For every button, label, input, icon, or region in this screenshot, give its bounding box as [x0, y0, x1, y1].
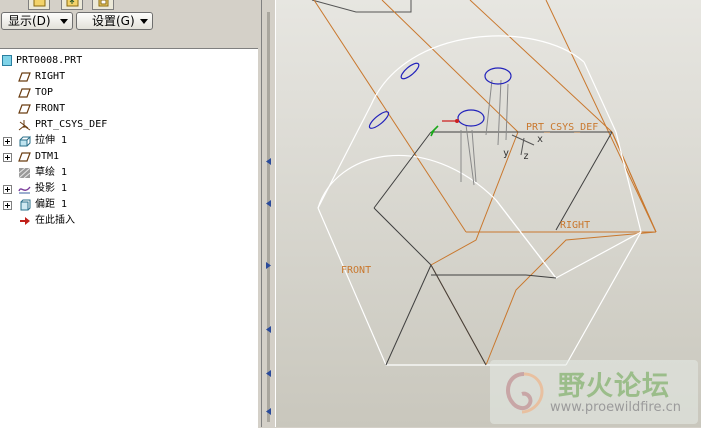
- collapse-arrow-icon[interactable]: [265, 370, 272, 377]
- expand-icon[interactable]: [3, 153, 12, 162]
- csys-label: PRT_CSYS_DEF: [526, 122, 599, 133]
- expand-icon[interactable]: [3, 201, 12, 210]
- collapse-arrow-icon[interactable]: [265, 200, 272, 207]
- collapse-arrow-icon[interactable]: [265, 326, 272, 333]
- tree-item-label: 拉伸 1: [35, 135, 68, 146]
- watermark-logo-icon: [506, 372, 544, 414]
- watermark-title: 野火论坛: [558, 371, 670, 402]
- datum-right-label: RIGHT: [560, 220, 591, 231]
- model-edge: [370, 35, 585, 106]
- model-edge: [317, 104, 372, 209]
- app-window: 显示(D) 设置(G) PRT0008.PRT RIGHT TOP FRONT …: [0, 0, 701, 428]
- sketch-icon: [18, 167, 31, 179]
- tree-item-label: DTM1: [35, 151, 60, 162]
- offset-icon: [20, 199, 31, 211]
- model-tree: PRT0008.PRT RIGHT TOP FRONT PRT_CSYS_DEF: [0, 48, 258, 428]
- model-edge: [430, 264, 487, 366]
- model-edge: [495, 199, 642, 279]
- datum-plane-icon: [18, 88, 31, 98]
- model-edge: [555, 131, 613, 231]
- watermark-url: www.proewildfire.cn: [550, 400, 681, 415]
- coordinate-system-triad: [430, 119, 535, 156]
- tree-item-csys[interactable]: PRT_CSYS_DEF: [0, 117, 258, 133]
- tab-favorites[interactable]: [92, 0, 114, 10]
- datum-plane-icon: [18, 104, 31, 114]
- model-edge: [373, 207, 432, 266]
- tree-item-offset[interactable]: 偏距 1: [0, 197, 258, 213]
- tree-item-label: RIGHT: [35, 71, 66, 82]
- tree-item-label: 偏距 1: [35, 199, 68, 210]
- tree-toolbar: 显示(D) 设置(G): [0, 11, 261, 33]
- tree-item-dtm1[interactable]: DTM1: [0, 149, 258, 165]
- collapse-arrow-icon[interactable]: [265, 408, 272, 415]
- show-dropdown[interactable]: 显示(D): [1, 12, 73, 30]
- datum-plane-edge: [485, 231, 657, 366]
- folder-up-icon: [66, 0, 79, 7]
- tab-folder-browser[interactable]: [61, 0, 83, 10]
- tree-item-sketch[interactable]: 草绘 1: [0, 165, 258, 181]
- tree-item-label: FRONT: [35, 103, 66, 114]
- tree-item-label: TOP: [35, 87, 54, 98]
- axis-z-label: z: [523, 151, 530, 162]
- extrude-icon: [19, 135, 31, 147]
- panel-splitter[interactable]: [261, 0, 276, 427]
- watermark: 野火论坛 www.proewildfire.cn: [490, 360, 698, 424]
- datum-plane-icon: [18, 72, 31, 82]
- datum-plane-edge: [469, 0, 613, 133]
- axis-y-label: y: [503, 148, 510, 159]
- datum-front-label: FRONT: [341, 265, 372, 276]
- tree-item-label: PRT_CSYS_DEF: [35, 119, 108, 130]
- expand-arrow-icon[interactable]: [265, 262, 272, 269]
- collapse-arrow-icon[interactable]: [265, 158, 272, 165]
- part-icon: [2, 55, 12, 66]
- model-edge: [317, 207, 387, 366]
- tree-item-projection[interactable]: 投影 1: [0, 181, 258, 197]
- model-edge: [385, 264, 432, 366]
- chevron-down-icon: [140, 19, 148, 24]
- insert-here-arrow-icon: [20, 217, 30, 225]
- folder-icon: [33, 0, 46, 7]
- sketch-curve: [400, 62, 420, 80]
- model-edge: [525, 274, 557, 279]
- coordinate-system-icon: [18, 120, 31, 131]
- tree-item-label: 在此插入: [35, 215, 75, 226]
- projection-icon: [18, 186, 31, 194]
- expand-icon[interactable]: [3, 137, 12, 146]
- settings-dropdown[interactable]: 设置(G): [76, 12, 153, 30]
- tree-root-part[interactable]: PRT0008.PRT: [0, 53, 258, 69]
- model-edge: [615, 131, 642, 233]
- tree-root-label: PRT0008.PRT: [16, 55, 83, 66]
- projection-curve: [485, 79, 509, 146]
- tree-item-front[interactable]: FRONT: [0, 101, 258, 117]
- show-dropdown-label: 显示(D): [8, 14, 51, 28]
- tree-item-insert-here[interactable]: 在此插入: [0, 213, 258, 229]
- datum-plane-edge: [313, 0, 467, 233]
- tree-item-label: 草绘 1: [35, 167, 68, 178]
- axis-x-label: x: [537, 134, 544, 145]
- tree-item-top[interactable]: TOP: [0, 85, 258, 101]
- sketch-curve: [484, 67, 512, 85]
- tab-model-tree[interactable]: [28, 0, 50, 10]
- expand-icon[interactable]: [3, 185, 12, 194]
- chevron-down-icon: [60, 19, 68, 24]
- datum-plane-edge: [545, 0, 657, 233]
- projection-curve: [460, 124, 477, 186]
- splitter-track: [267, 12, 270, 422]
- datum-plane-icon: [18, 152, 31, 162]
- tree-item-label: 投影 1: [35, 183, 68, 194]
- datum-plane-edge: [311, 0, 412, 13]
- datum-plane-edge: [611, 131, 657, 233]
- tree-item-extrude[interactable]: 拉伸 1: [0, 133, 258, 149]
- model-edge: [373, 131, 432, 209]
- navigator-tabs: [0, 0, 261, 11]
- tree-item-right[interactable]: RIGHT: [0, 69, 258, 85]
- model-tree-panel: 显示(D) 设置(G) PRT0008.PRT RIGHT TOP FRONT …: [0, 0, 261, 428]
- sketch-curve: [457, 109, 485, 127]
- favorites-icon: [98, 0, 109, 7]
- settings-dropdown-label: 设置(G): [92, 14, 135, 28]
